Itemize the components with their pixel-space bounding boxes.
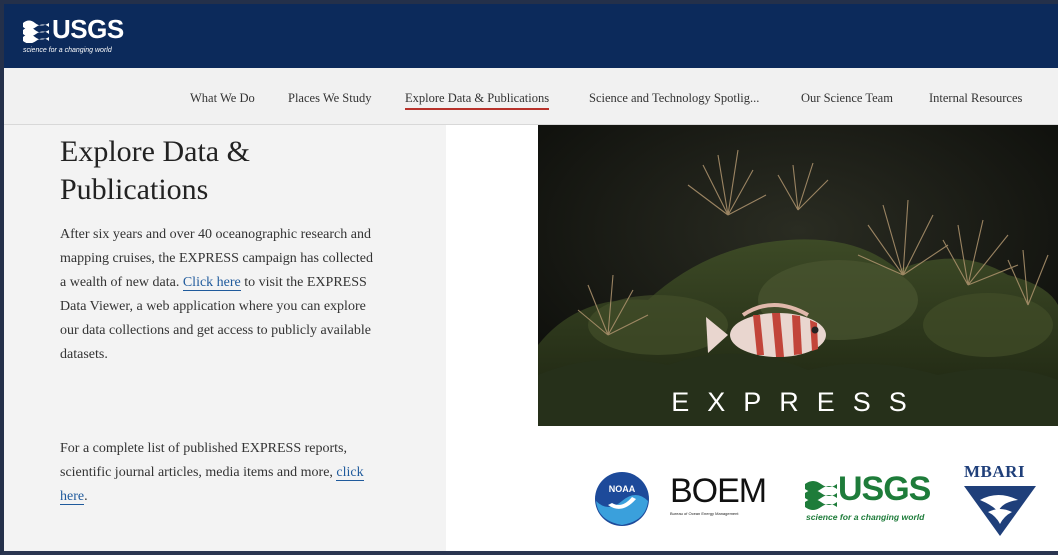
nav-explore-data-publications[interactable]: Explore Data & Publications — [405, 91, 550, 110]
express-photo: EXPRESS — [538, 125, 1058, 426]
main-nav: What We Do Places We Study Explore Data … — [4, 68, 1058, 125]
mbari-text: MBARI — [964, 462, 1026, 481]
boem-text: BOEM — [670, 472, 767, 510]
logo-tagline: science for a changing world — [23, 47, 112, 54]
para2-text-start: For a complete list of published EXPRESS… — [60, 441, 347, 480]
nav-internal-resources[interactable]: Internal Resources — [929, 91, 1022, 106]
usgs-partner-logo[interactable]: USGS science for a changing world — [804, 470, 944, 530]
usgs-wave-icon — [23, 20, 49, 43]
intro-paragraph: After six years and over 40 oceanographi… — [60, 223, 380, 367]
noaa-logo[interactable]: NOAA — [594, 471, 650, 527]
usgs-partner-wave-icon — [805, 481, 837, 510]
page-title: Explore Data & Publications — [60, 135, 250, 206]
usgs-partner-tagline: science for a changing world — [806, 512, 925, 522]
page-frame: USGS science for a changing world What W… — [0, 0, 1058, 555]
logo-text: USGS — [52, 14, 124, 44]
usgs-partner-text: USGS — [838, 470, 931, 508]
boem-logo[interactable]: BOEM Bureau of Ocean Energy Management — [670, 474, 786, 532]
publications-paragraph: For a complete list of published EXPRESS… — [60, 437, 380, 509]
mbari-shield-icon — [964, 486, 1036, 536]
site-header: USGS science for a changing world — [4, 4, 1058, 68]
photo-caption: EXPRESS — [671, 387, 925, 417]
noaa-text: NOAA — [609, 484, 636, 494]
intro-panel: Explore Data & Publications After six ye… — [4, 125, 446, 551]
para2-text-end: . — [84, 489, 88, 504]
noaa-icon: NOAA — [595, 472, 649, 526]
nav-places-we-study[interactable]: Places We Study — [288, 91, 371, 106]
boem-subtitle: Bureau of Ocean Energy Management — [670, 511, 739, 516]
nav-science-technology-spotlight[interactable]: Science and Technology Spotlig... — [589, 91, 759, 106]
nav-what-we-do[interactable]: What We Do — [190, 91, 255, 106]
mbari-logo[interactable]: MBARI — [958, 462, 1044, 538]
underwater-scene — [538, 125, 1058, 426]
usgs-logo[interactable]: USGS science for a changing world — [22, 14, 142, 61]
data-viewer-link[interactable]: Click here — [182, 275, 241, 291]
nav-our-science-team[interactable]: Our Science Team — [801, 91, 893, 106]
